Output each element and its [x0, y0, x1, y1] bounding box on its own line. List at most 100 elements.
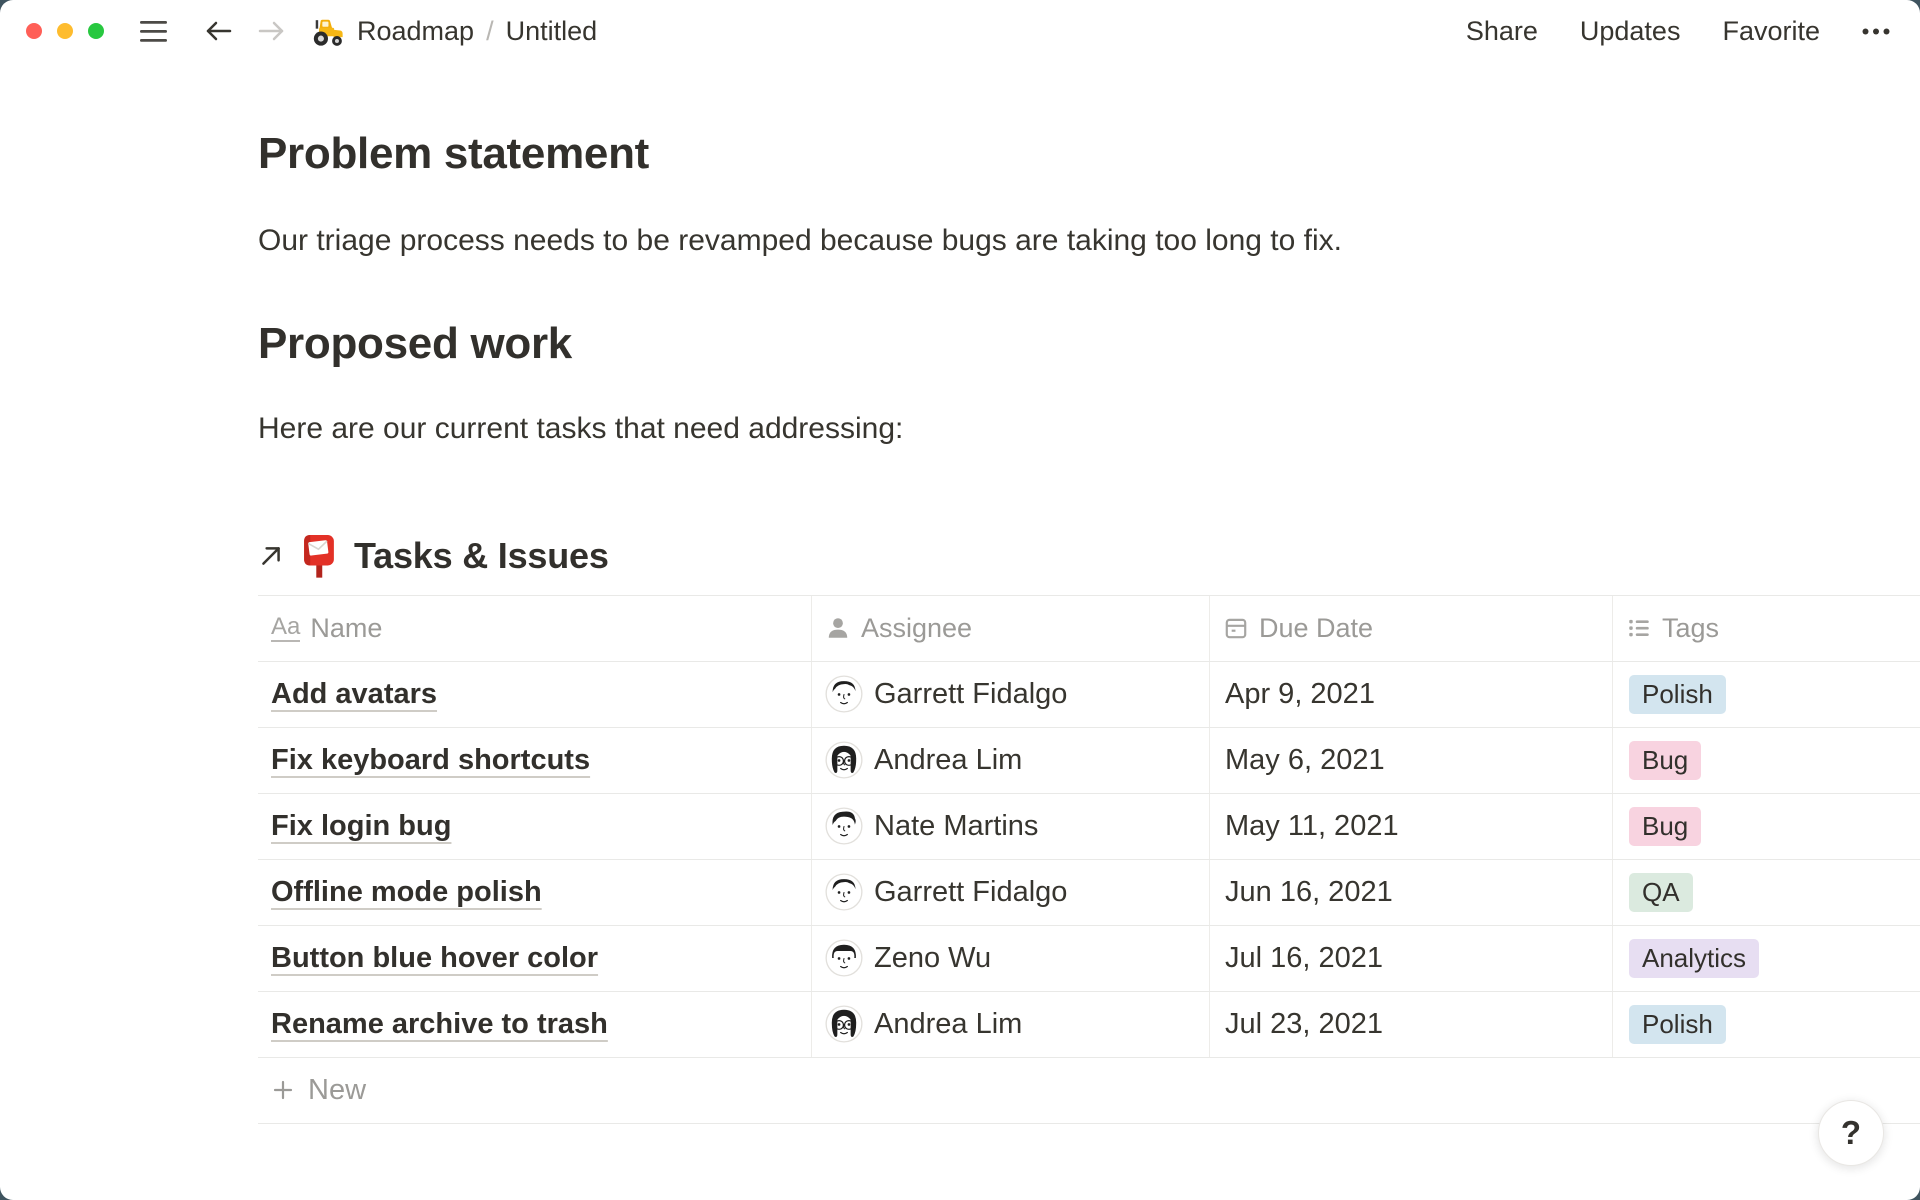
assignee-name: Garrett Fidalgo: [874, 876, 1067, 909]
task-name-cell[interactable]: Fix login bug: [258, 794, 812, 859]
more-options-icon[interactable]: [1862, 28, 1890, 35]
assignee-avatar: [825, 675, 863, 713]
share-button[interactable]: Share: [1466, 16, 1538, 47]
database-table: Aa Name Assignee: [258, 595, 1920, 1124]
tag-pill: Analytics: [1629, 939, 1759, 978]
column-header-tags[interactable]: Tags: [1613, 596, 1920, 661]
table-row: Rename archive to trash Andrea Lim Jul 2…: [258, 992, 1920, 1058]
paragraph-problem: Our triage process needs to be revamped …: [258, 219, 1920, 263]
updates-button[interactable]: Updates: [1580, 16, 1681, 47]
assignee-avatar: [825, 741, 863, 779]
tractor-icon[interactable]: [311, 16, 345, 47]
traffic-light-close[interactable]: [26, 23, 42, 39]
forward-arrow-icon[interactable]: [258, 19, 285, 43]
open-as-page-icon[interactable]: [258, 543, 284, 569]
task-name: Offline mode polish: [271, 876, 542, 909]
due-date-cell[interactable]: May 6, 2021: [1210, 728, 1613, 793]
assignee-avatar: [825, 939, 863, 977]
breadcrumb-item-roadmap[interactable]: Roadmap: [357, 16, 474, 47]
heading-proposed-work: Proposed work: [258, 318, 1920, 371]
due-date-cell[interactable]: Jul 16, 2021: [1210, 926, 1613, 991]
tags-cell[interactable]: Bug: [1613, 728, 1920, 793]
due-date: May 6, 2021: [1225, 744, 1385, 777]
due-date-cell[interactable]: Apr 9, 2021: [1210, 662, 1613, 727]
traffic-lights: [26, 23, 104, 39]
titlebar-actions: Share Updates Favorite: [1466, 16, 1890, 47]
assignee-name: Zeno Wu: [874, 942, 991, 975]
task-name-cell[interactable]: Button blue hover color: [258, 926, 812, 991]
assignee-name: Andrea Lim: [874, 1008, 1022, 1041]
task-name-cell[interactable]: Fix keyboard shortcuts: [258, 728, 812, 793]
back-arrow-icon[interactable]: [205, 19, 232, 43]
table-row: Offline mode polish Garrett Fidalgo Jun …: [258, 860, 1920, 926]
column-header-due-date[interactable]: Due Date: [1210, 596, 1613, 661]
tags-cell[interactable]: Bug: [1613, 794, 1920, 859]
due-date-cell[interactable]: May 11, 2021: [1210, 794, 1613, 859]
assignee-cell[interactable]: Andrea Lim: [812, 728, 1210, 793]
task-name-cell[interactable]: Offline mode polish: [258, 860, 812, 925]
table-row: Add avatars Garrett Fidalgo Apr 9, 2021 …: [258, 662, 1920, 728]
task-name-cell[interactable]: Rename archive to trash: [258, 992, 812, 1057]
column-header-assignee[interactable]: Assignee: [812, 596, 1210, 661]
table-header-row: Aa Name Assignee: [258, 596, 1920, 662]
column-label: Due Date: [1259, 613, 1373, 644]
new-row-label: New: [308, 1074, 366, 1107]
assignee-cell[interactable]: Nate Martins: [812, 794, 1210, 859]
task-name-cell[interactable]: Add avatars: [258, 662, 812, 727]
table-rows: Add avatars Garrett Fidalgo Apr 9, 2021 …: [258, 662, 1920, 1058]
database-title[interactable]: Tasks & Issues: [354, 535, 609, 577]
table-row: Button blue hover color Zeno Wu Jul 16, …: [258, 926, 1920, 992]
breadcrumb-separator: /: [486, 16, 494, 47]
person-icon: [825, 615, 851, 641]
table-row: Fix login bug Nate Martins May 11, 2021 …: [258, 794, 1920, 860]
due-date: Jun 16, 2021: [1225, 876, 1393, 909]
titlebar: Roadmap / Untitled Share Updates Favorit…: [0, 0, 1920, 62]
tag-pill: Bug: [1629, 807, 1701, 846]
task-name: Add avatars: [271, 678, 437, 711]
tags-cell[interactable]: QA: [1613, 860, 1920, 925]
assignee-cell[interactable]: Andrea Lim: [812, 992, 1210, 1057]
tags-cell[interactable]: Polish: [1613, 992, 1920, 1057]
text-property-icon: Aa: [271, 615, 300, 642]
column-header-name[interactable]: Aa Name: [258, 596, 812, 661]
list-icon: [1626, 615, 1652, 641]
breadcrumb-item-untitled[interactable]: Untitled: [506, 16, 598, 47]
tag-pill: Bug: [1629, 741, 1701, 780]
column-label: Name: [310, 613, 382, 644]
postbox-icon: [300, 533, 338, 579]
assignee-avatar: [825, 807, 863, 845]
tag-pill: QA: [1629, 873, 1693, 912]
help-button[interactable]: ?: [1818, 1100, 1884, 1166]
assignee-cell[interactable]: Garrett Fidalgo: [812, 860, 1210, 925]
assignee-name: Garrett Fidalgo: [874, 678, 1067, 711]
task-name: Fix login bug: [271, 810, 451, 843]
column-label: Tags: [1662, 613, 1719, 644]
plus-icon: [271, 1078, 295, 1102]
tag-pill: Polish: [1629, 1005, 1726, 1044]
assignee-cell[interactable]: Zeno Wu: [812, 926, 1210, 991]
assignee-name: Andrea Lim: [874, 744, 1022, 777]
task-name: Rename archive to trash: [271, 1008, 608, 1041]
sidebar-menu-icon[interactable]: [140, 21, 167, 42]
due-date-cell[interactable]: Jul 23, 2021: [1210, 992, 1613, 1057]
heading-problem-statement: Problem statement: [258, 128, 1920, 181]
calendar-icon: [1223, 615, 1249, 641]
tag-pill: Polish: [1629, 675, 1726, 714]
traffic-light-minimize[interactable]: [57, 23, 73, 39]
assignee-avatar: [825, 873, 863, 911]
task-name: Fix keyboard shortcuts: [271, 744, 590, 777]
new-row-button[interactable]: New: [258, 1058, 1920, 1124]
due-date: Apr 9, 2021: [1225, 678, 1375, 711]
paragraph-proposed: Here are our current tasks that need add…: [258, 407, 1920, 451]
assignee-name: Nate Martins: [874, 810, 1038, 843]
page-content: Problem statement Our triage process nee…: [0, 128, 1920, 1124]
assignee-cell[interactable]: Garrett Fidalgo: [812, 662, 1210, 727]
table-row: Fix keyboard shortcuts Andrea Lim May 6,…: [258, 728, 1920, 794]
due-date: Jul 16, 2021: [1225, 942, 1383, 975]
tags-cell[interactable]: Analytics: [1613, 926, 1920, 991]
due-date-cell[interactable]: Jun 16, 2021: [1210, 860, 1613, 925]
assignee-avatar: [825, 1005, 863, 1043]
traffic-light-zoom[interactable]: [88, 23, 104, 39]
favorite-button[interactable]: Favorite: [1722, 16, 1820, 47]
tags-cell[interactable]: Polish: [1613, 662, 1920, 727]
